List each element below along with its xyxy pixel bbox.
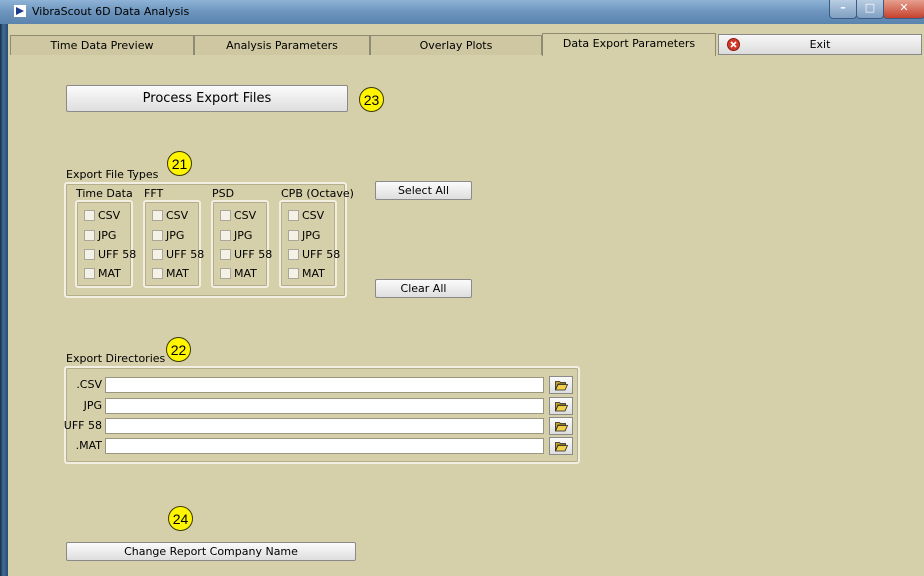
exit-label: Exit [809,38,831,51]
folder-open-icon [555,381,568,391]
psd-csv-label: CSV [234,209,257,222]
tab-analysis-parameters[interactable]: Analysis Parameters [194,35,370,55]
column-label-psd: PSD [212,187,235,200]
maximize-icon: □ [864,1,876,14]
minimize-icon: – [840,1,846,14]
title-bar: VibraScout 6D Data Analysis – □ ✕ [0,0,924,24]
fft-mat-checkbox[interactable] [152,268,163,279]
export-file-types-title: Export File Types [66,168,159,181]
callout-badge-22: 22 [166,337,191,362]
uff58-browse-button[interactable] [549,417,573,435]
app-icon [14,5,26,17]
close-icon: ✕ [899,1,909,14]
cpb-csv-checkbox[interactable] [288,210,299,221]
callout-badge-21: 21 [167,151,192,176]
window-close-button[interactable]: ✕ [883,0,924,19]
fft-jpg-label: JPG [166,229,185,242]
psd-uff58-label: UFF 58 [234,248,273,261]
fft-uff58-checkbox[interactable] [152,249,163,260]
psd-mat-label: MAT [234,267,257,280]
tab-data-export-parameters[interactable]: Data Export Parameters [542,33,716,56]
time-data-csv-label: CSV [98,209,121,222]
cpb-jpg-label: JPG [302,229,321,242]
csv-browse-button[interactable] [549,376,573,394]
column-label-time-data: Time Data [76,187,133,200]
psd-uff58-checkbox[interactable] [220,249,231,260]
callout-badge-24: 24 [168,506,193,531]
clear-all-button[interactable]: Clear All [375,279,472,298]
uff58-dir-label: UFF 58 [63,419,102,432]
exit-button[interactable]: Exit [718,34,922,55]
time-data-jpg-checkbox[interactable] [84,230,95,241]
fft-jpg-checkbox[interactable] [152,230,163,241]
column-label-fft: FFT [144,187,164,200]
time-data-uff58-label: UFF 58 [98,248,137,261]
folder-open-icon [555,422,568,432]
cpb-mat-checkbox[interactable] [288,268,299,279]
time-data-csv-checkbox[interactable] [84,210,95,221]
maximize-button[interactable]: □ [856,0,884,19]
time-data-jpg-label: JPG [98,229,117,242]
fft-mat-label: MAT [166,267,189,280]
cpb-uff58-label: UFF 58 [302,248,341,261]
folder-open-icon [555,402,568,412]
psd-mat-checkbox[interactable] [220,268,231,279]
fft-csv-label: CSV [166,209,189,222]
time-data-uff58-checkbox[interactable] [84,249,95,260]
cpb-uff58-checkbox[interactable] [288,249,299,260]
change-report-company-name-button[interactable]: Change Report Company Name [66,542,356,561]
stop-icon [727,38,740,51]
tab-time-data-preview[interactable]: Time Data Preview [10,35,194,55]
jpg-browse-button[interactable] [549,397,573,415]
psd-jpg-label: JPG [234,229,253,242]
psd-jpg-checkbox[interactable] [220,230,231,241]
time-data-mat-label: MAT [98,267,121,280]
process-export-files-button[interactable]: Process Export Files [66,85,348,112]
window-title: VibraScout 6D Data Analysis [32,5,190,18]
callout-badge-23: 23 [359,87,384,112]
select-all-button[interactable]: Select All [375,181,472,200]
export-directories-title: Export Directories [66,352,166,365]
folder-open-icon [555,442,568,452]
window-frame-left [0,0,8,576]
tab-overlay-plots[interactable]: Overlay Plots [370,35,542,55]
csv-directory-field[interactable] [105,377,544,393]
mat-dir-label: .MAT [75,439,102,452]
cpb-mat-label: MAT [302,267,325,280]
cpb-jpg-checkbox[interactable] [288,230,299,241]
csv-dir-label: .CSV [76,378,102,391]
jpg-directory-field[interactable] [105,398,544,414]
cpb-csv-label: CSV [302,209,325,222]
minimize-button[interactable]: – [829,0,857,19]
mat-browse-button[interactable] [549,437,573,455]
fft-uff58-label: UFF 58 [166,248,205,261]
fft-csv-checkbox[interactable] [152,210,163,221]
jpg-dir-label: JPG [83,399,102,412]
time-data-mat-checkbox[interactable] [84,268,95,279]
uff58-directory-field[interactable] [105,418,544,434]
mat-directory-field[interactable] [105,438,544,454]
psd-csv-checkbox[interactable] [220,210,231,221]
column-label-cpb-octave: CPB (Octave) [281,187,354,200]
